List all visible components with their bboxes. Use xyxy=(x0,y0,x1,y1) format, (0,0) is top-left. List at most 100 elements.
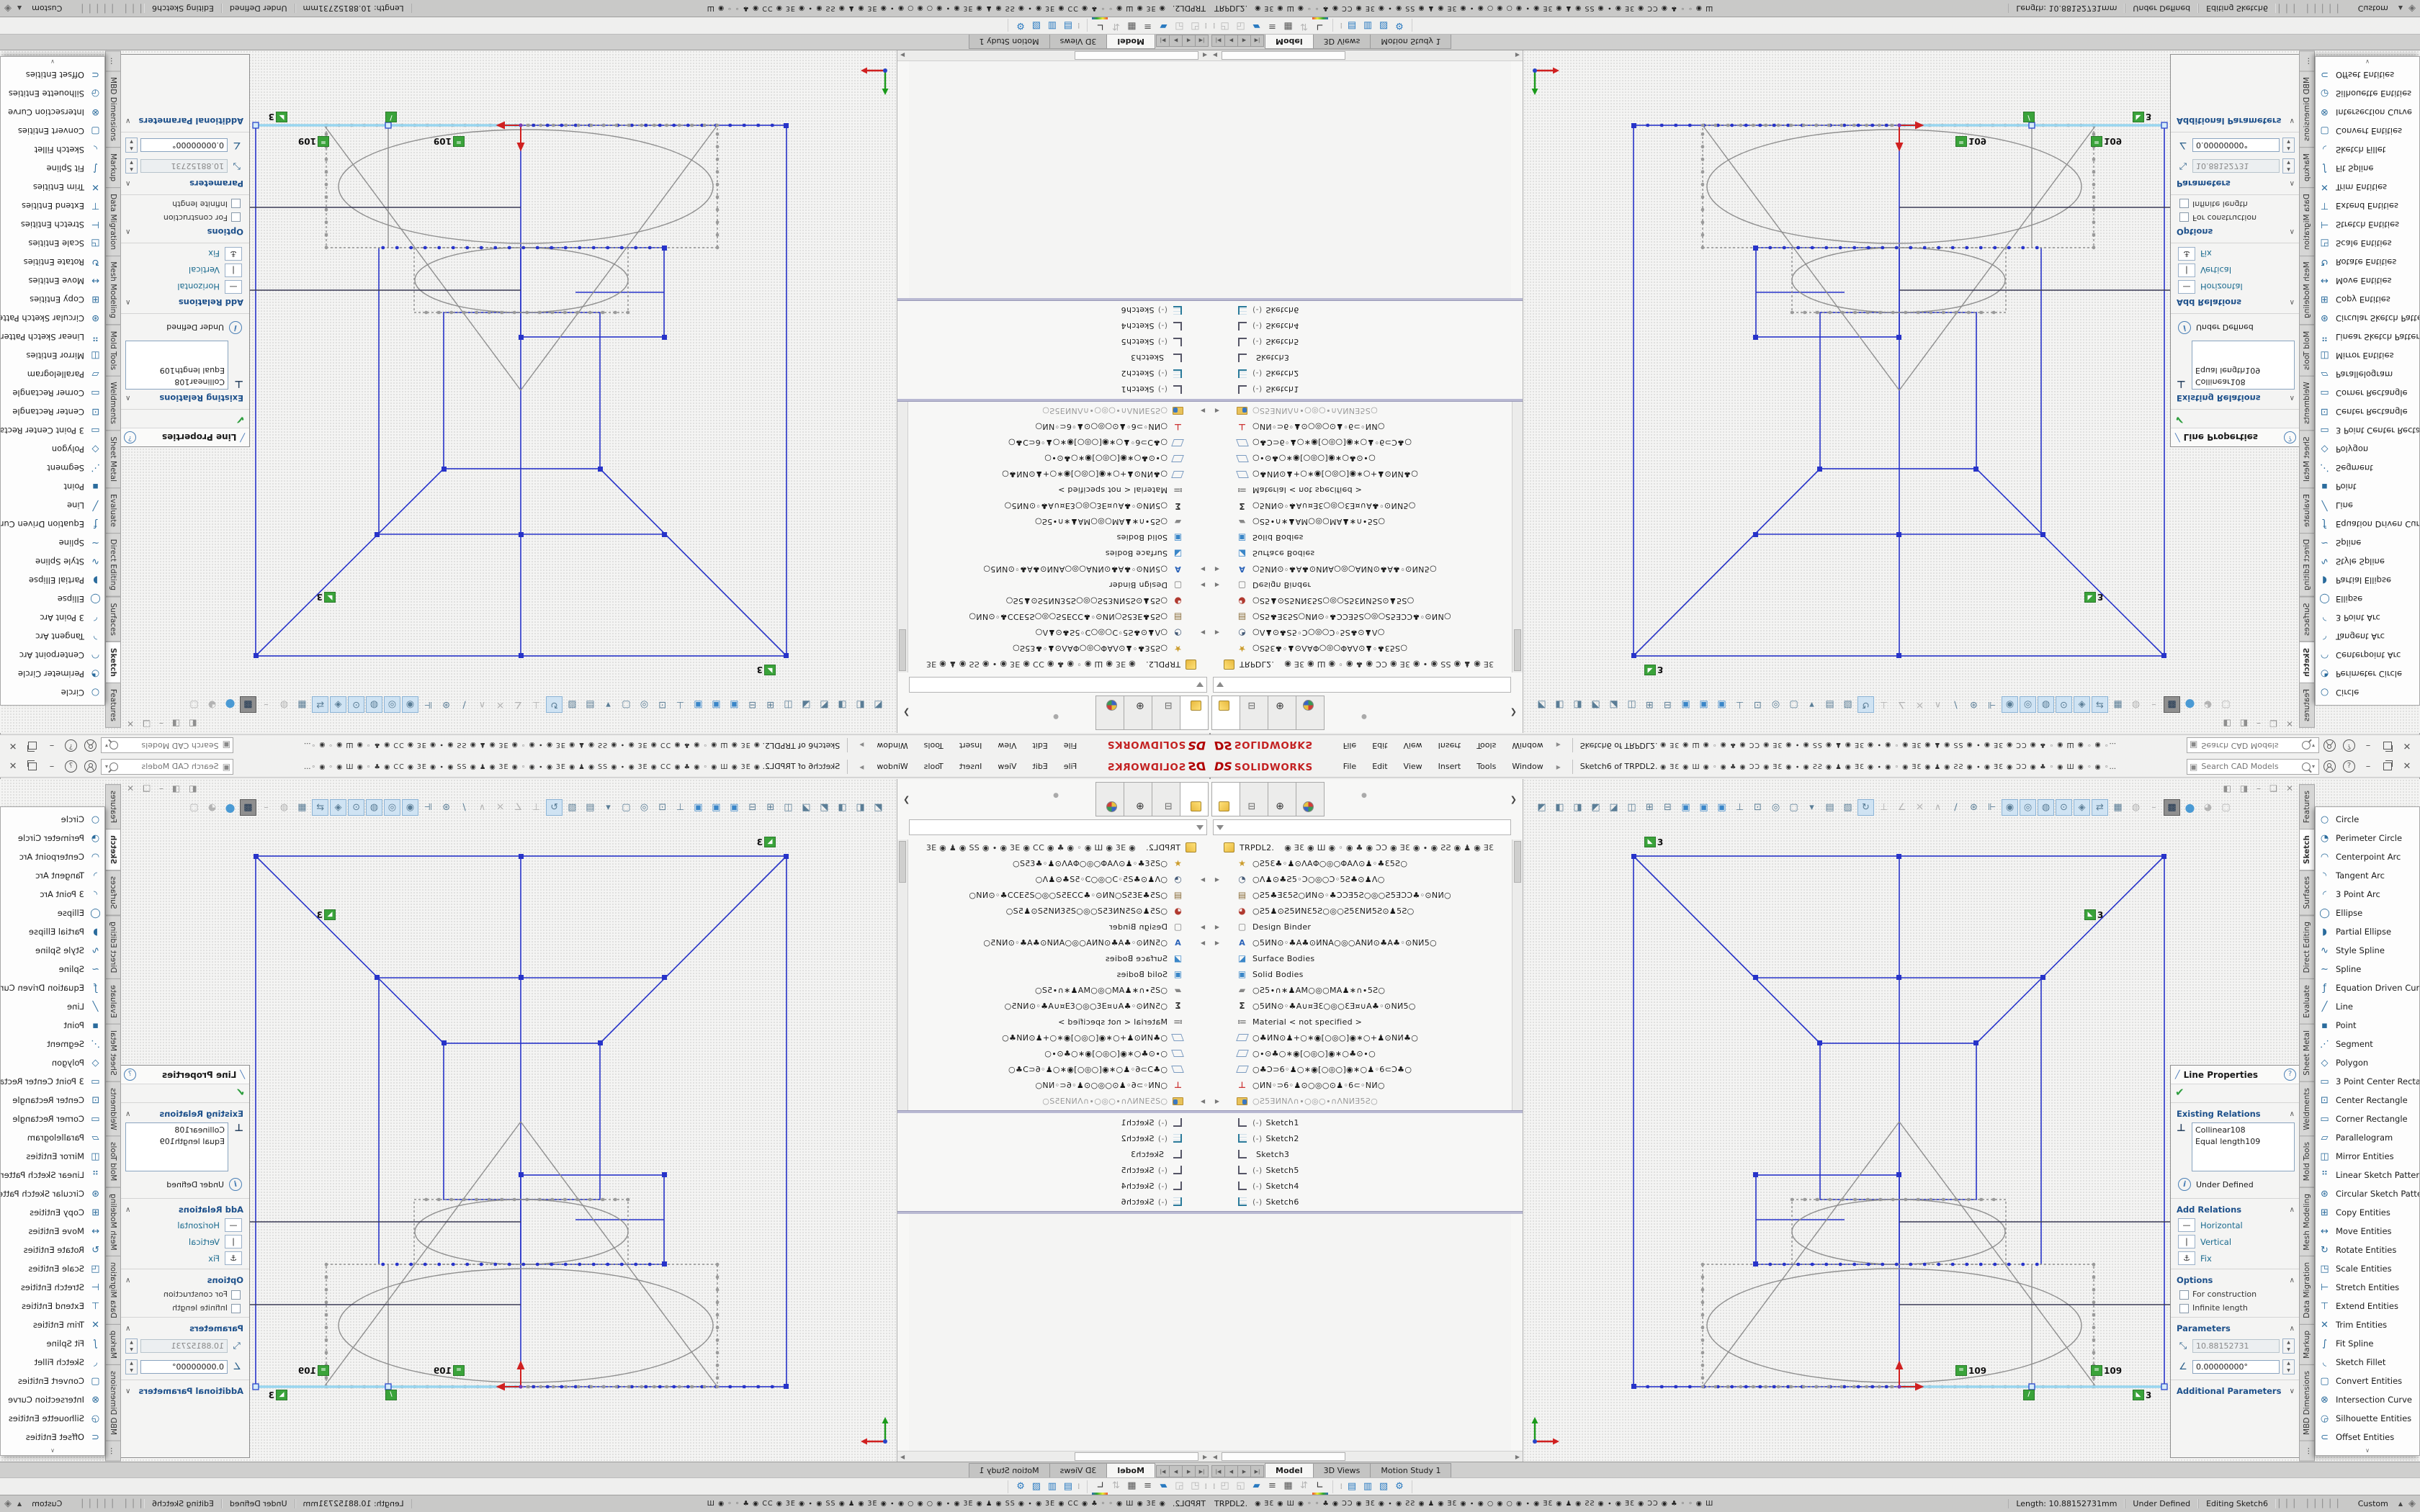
vcr-button[interactable]: |◀ xyxy=(1195,35,1209,47)
collapse-icon[interactable]: ∧ xyxy=(2290,1110,2295,1118)
pin-icon[interactable]: ▸ xyxy=(1556,762,1561,772)
toolbar-grip[interactable]: ⁞ xyxy=(1213,21,1214,30)
tree-row[interactable]: Design Binder xyxy=(909,577,1209,593)
headsup-toolbar-icon[interactable]: ↻ xyxy=(546,696,563,713)
sketch-row[interactable]: (-) Sketch1 xyxy=(1211,1115,1511,1130)
command-manager-tab[interactable]: Evaluate xyxy=(2299,487,2315,534)
search-dropdown-icon[interactable]: ▾ xyxy=(2312,763,2315,770)
scroll-left-icon[interactable]: ◀ xyxy=(1210,53,1220,59)
flyout-menu-item[interactable]: ◝ Tangent Arc xyxy=(1,627,104,646)
status-unit-system[interactable]: Custom xyxy=(22,4,72,13)
command-manager-tab[interactable]: Mesh Modeling xyxy=(2299,1187,2315,1257)
headsup-toolbar-icon[interactable]: ▣ xyxy=(690,696,707,713)
relation-entry[interactable]: Equal length109 xyxy=(129,1136,225,1148)
flyout-menu-item[interactable]: ╱ Line xyxy=(2316,496,2419,515)
relation-entry[interactable]: Equal length109 xyxy=(2195,1136,2291,1148)
command-manager-tab[interactable]: … xyxy=(2299,50,2315,71)
flyout-menu-item[interactable]: ⊛ Circular Sketch Pattern xyxy=(1,309,104,328)
command-manager-tab[interactable]: Markup xyxy=(105,1324,121,1365)
flyout-menu-item[interactable]: ◠ Centerpoint Arc xyxy=(1,646,104,665)
tree-vertical-scrollbar[interactable] xyxy=(897,402,908,672)
menu-scroll-down-icon[interactable]: ∨ xyxy=(1,1447,104,1455)
model-tab[interactable]: Model xyxy=(1265,35,1314,49)
tree-row[interactable]: ○♣Ɔ⊃6◦♟○∗◉[○◎○]◉∗○♟◦6⊂Ɔ♣○ xyxy=(909,1061,1209,1077)
flyout-menu-item[interactable]: ▪ Point xyxy=(1,1016,104,1035)
headsup-toolbar-icon[interactable]: ⊡ xyxy=(654,696,671,713)
headsup-toolbar-icon[interactable]: ⊩ xyxy=(420,696,436,713)
headsup-toolbar-icon[interactable]: ◧ xyxy=(852,799,869,816)
menu-item[interactable]: View xyxy=(1397,739,1430,752)
sketch-row[interactable]: (-) Sketch5 xyxy=(909,334,1209,350)
menu-item[interactable]: Window xyxy=(1505,739,1550,752)
headsup-toolbar-icon[interactable]: ▤ xyxy=(1821,696,1838,713)
headsup-toolbar-icon[interactable]: ⇄ xyxy=(312,799,328,816)
search-input[interactable] xyxy=(118,761,220,772)
expand-icon[interactable]: ∨ xyxy=(2290,117,2295,125)
collapse-icon[interactable]: ∧ xyxy=(125,1277,130,1284)
flyout-menu-item[interactable]: ↔ Move Entities xyxy=(2316,271,2419,290)
tree-row[interactable]: Surface Bodies xyxy=(909,950,1209,966)
child-window-button[interactable]: ◧ xyxy=(189,783,197,793)
headsup-toolbar-icon[interactable]: ▣ xyxy=(726,696,743,713)
vcr-button[interactable]: ▶| xyxy=(1156,35,1170,47)
panel-expand-icon[interactable]: ❯ xyxy=(903,795,910,804)
headsup-toolbar-icon[interactable]: ◕ xyxy=(2200,696,2216,713)
tree-row[interactable]: ○♣Ɔ⊃6◦♟○∗◉[○◎○]◉∗○♟◦6⊂Ɔ♣○ xyxy=(909,435,1209,451)
toolbar-icon[interactable]: ⚙ xyxy=(1392,1480,1407,1494)
flyout-menu-item[interactable]: ∼ Spline xyxy=(1,960,104,978)
headsup-toolbar-icon[interactable]: ▢ xyxy=(186,696,202,713)
expand-icon[interactable]: ∨ xyxy=(125,117,130,125)
scroll-left-icon[interactable]: ◀ xyxy=(1210,1454,1220,1460)
flyout-menu-item[interactable]: ⋰ Segment xyxy=(1,1035,104,1053)
help-icon[interactable]: ? xyxy=(65,760,77,773)
collapse-icon[interactable]: ∧ xyxy=(125,1110,130,1118)
flyout-menu-item[interactable]: ◜ 3 Point Arc xyxy=(1,885,104,904)
tree-row[interactable]: ○Ƨ5♣ƎƐ5Ƨ○ИΝ⊙◦♣ƆƆƎ5Ƨ○◎○Ƨ5ƎƆƆ♣◦⊙ΝИ○ xyxy=(909,609,1209,625)
search-dropdown-icon[interactable]: ▾ xyxy=(105,763,108,770)
flyout-menu-item[interactable]: ◗ Partial Ellipse xyxy=(1,922,104,941)
headsup-toolbar-icon[interactable]: ⊞ xyxy=(1641,799,1658,816)
relation-button-icon[interactable]: ⚓ xyxy=(225,1251,242,1265)
headsup-toolbar-icon[interactable]: ◕ xyxy=(204,696,220,713)
flyout-menu-item[interactable]: ⋰ Segment xyxy=(1,459,104,477)
status-up-arrow-icon[interactable]: ▲ xyxy=(2398,1500,2403,1507)
flyout-menu-item[interactable]: ⊢ Stretch Entities xyxy=(1,1278,104,1297)
tree-row[interactable]: ○ИΝ◦⊃6◦♟⊙○◎○⊙♟◦6⊂◦ΝИ○ xyxy=(909,419,1209,435)
command-manager-tab[interactable]: MBD Dimensions xyxy=(2299,71,2315,148)
flyout-menu-item[interactable]: ▱ Parallelogram xyxy=(1,1128,104,1147)
tree-row[interactable]: Surface Bodies xyxy=(1211,546,1511,562)
menu-item[interactable]: File xyxy=(1057,739,1084,752)
vcr-button[interactable]: ▶| xyxy=(1156,1465,1170,1477)
tree-row[interactable]: ○Ƨ5ƎИΝΛ∩∙○◎○∙∩ΛΝИƎ5Ƨ○ xyxy=(1211,1093,1511,1109)
flyout-menu-item[interactable]: ↻ Rotate Entities xyxy=(2316,1241,2419,1259)
flyout-menu-item[interactable]: ⊤ Extend Entities xyxy=(2316,1297,2419,1315)
menu-item[interactable]: Edit xyxy=(1025,739,1054,752)
tree-row[interactable]: ○5ИΝ⊙◦♣Α♣⊙ИΝΑ○◎○ΑΝИ⊙♣Α♣◦⊙ΝИ5○ xyxy=(909,562,1209,577)
tree-filter-box[interactable] xyxy=(1213,677,1511,693)
command-manager-tab[interactable]: Sheet Metal xyxy=(2299,1024,2315,1082)
toolbar-icon[interactable]: ▥ xyxy=(1044,1480,1060,1494)
toolbar-icon[interactable]: ◰ xyxy=(1217,19,1233,34)
command-manager-tab[interactable]: Data Migration xyxy=(105,1256,121,1325)
tree-row[interactable]: ○♣ИΝ⊙♟+○∗◉[○◎○]◉∗○+♟⊙ΝИ♣○ xyxy=(1211,1030,1511,1045)
flyout-menu-item[interactable]: ◯ Ellipse xyxy=(1,590,104,608)
sketch-row[interactable]: (-) Sketch5 xyxy=(1211,1162,1511,1178)
length-field[interactable]: 10.88152731 xyxy=(140,159,228,173)
headsup-toolbar-icon[interactable]: ● xyxy=(222,799,238,816)
toolbar-icon[interactable]: ▧ xyxy=(1376,1480,1392,1494)
option-checkbox[interactable]: Infinite length xyxy=(2171,197,2300,211)
minimize-button[interactable]: – xyxy=(43,740,60,751)
tree-row[interactable]: ○Ƨ5∙∩∗♟ΑΜ○◎○ΜΑ♟∗∩∙5Ƨ○ xyxy=(909,982,1209,998)
minimize-button[interactable]: – xyxy=(43,761,60,772)
flyout-menu-item[interactable]: ◝ Tangent Arc xyxy=(1,866,104,885)
flyout-menu-item[interactable]: ◇ Polygon xyxy=(2316,440,2419,459)
tree-row[interactable]: Material < not specified > xyxy=(1211,1014,1511,1030)
sketch-row[interactable]: Sketch3 xyxy=(1211,1146,1511,1162)
headsup-toolbar-icon[interactable]: ◉ xyxy=(2002,799,2018,816)
pin-icon[interactable]: ▸ xyxy=(1556,741,1561,751)
child-window-button[interactable]: ◨ xyxy=(172,719,180,729)
expand-arrow-icon[interactable] xyxy=(1211,408,1223,415)
command-manager-tab[interactable]: … xyxy=(105,50,121,71)
tree-row[interactable]: ○ИΝ◦⊃6◦♟⊙○◎○⊙♟◦6⊂◦ΝИ○ xyxy=(909,1077,1209,1093)
tree-row[interactable]: Solid Bodies xyxy=(1211,530,1511,546)
